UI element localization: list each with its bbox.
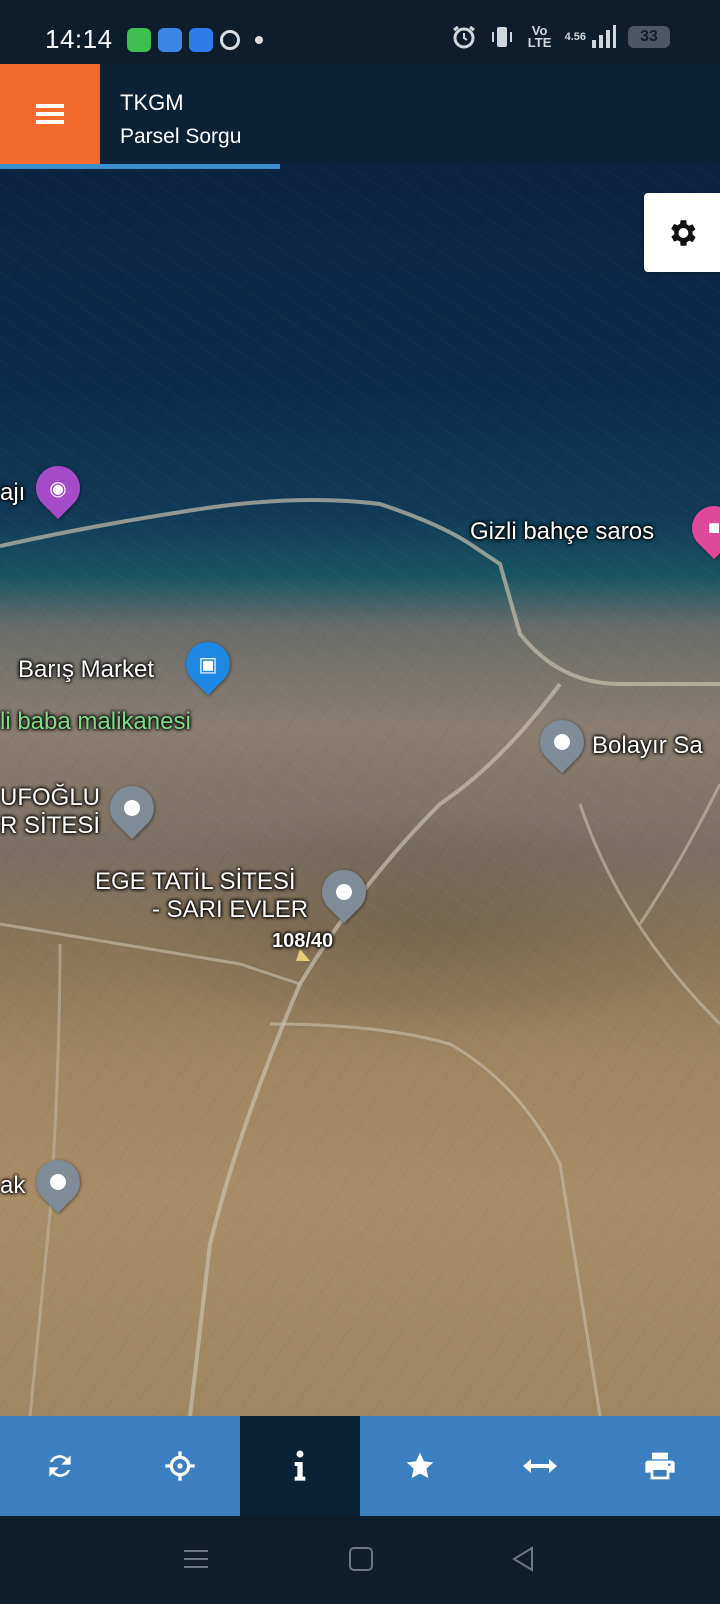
measure-button[interactable] xyxy=(480,1416,600,1516)
map-label-poi-1: ajı xyxy=(0,479,26,506)
favorites-button[interactable] xyxy=(360,1416,480,1516)
system-nav-bar xyxy=(0,1516,720,1604)
app-title: TKGM xyxy=(120,90,184,115)
gear-icon xyxy=(671,219,696,246)
map-label-poi-4: li baba malikanesi xyxy=(0,708,191,735)
map-label-poi-5a: UFOĞLU xyxy=(0,784,101,811)
notification-icons xyxy=(127,28,263,52)
map-label-poi-3: Barış Market xyxy=(18,656,155,683)
menu-button[interactable] xyxy=(0,64,100,164)
system-icons: Vo LTE 4.56 33 xyxy=(451,24,670,50)
app-subtitle: Parsel Sorgu xyxy=(120,125,242,148)
more-dot-icon xyxy=(255,36,263,44)
speed-indicator: 4.56 xyxy=(564,31,586,43)
back-icon[interactable] xyxy=(510,1546,536,1572)
shopping-bag-icon: ▣ xyxy=(198,653,218,676)
status-bar: 14:14 Vo LTE 4.56 33 xyxy=(0,0,720,64)
print-icon xyxy=(645,1452,675,1480)
arrows-horizontal-icon xyxy=(523,1459,557,1473)
map-label-poi-8: ak xyxy=(0,1172,26,1199)
info-icon xyxy=(294,1450,306,1481)
hamburger-icon xyxy=(36,104,64,124)
map-label-poi-2: Gizli bahçe saros xyxy=(470,518,655,545)
alarm-icon xyxy=(452,25,475,49)
loading-progress-bar xyxy=(0,164,280,169)
refresh-icon xyxy=(49,1455,71,1477)
weather-icon xyxy=(158,28,182,52)
info-button[interactable] xyxy=(240,1416,360,1516)
map-label-poi-7: Bolayır Sa xyxy=(592,732,703,759)
chrome-icon xyxy=(220,30,240,50)
locate-button[interactable] xyxy=(120,1416,240,1516)
files-icon xyxy=(189,28,213,52)
print-button[interactable] xyxy=(600,1416,720,1516)
status-time: 14:14 xyxy=(45,24,113,54)
place-dot-icon xyxy=(336,884,352,900)
place-dot-icon xyxy=(554,734,570,750)
camera-icon: ◉ xyxy=(49,477,67,500)
hotel-icon: ■ xyxy=(707,516,720,539)
crosshair-icon xyxy=(165,1451,195,1481)
map-label-poi-6a: EGE TATİL SİTESİ xyxy=(95,868,296,895)
satellite-map[interactable]: ◉ ajı Gizli bahçe saros ■ Barış Market ▣… xyxy=(0,164,720,1416)
road-lines xyxy=(0,498,720,1416)
vibrate-icon xyxy=(491,27,512,47)
place-dot-icon xyxy=(50,1174,66,1190)
settings-button[interactable] xyxy=(644,193,720,272)
bottom-toolbar xyxy=(0,1416,720,1516)
parcel-label: 108/40 xyxy=(272,930,334,952)
recents-icon[interactable] xyxy=(183,1546,209,1572)
app-bar: TKGM Parsel Sorgu xyxy=(0,64,720,164)
signal-icon xyxy=(592,25,616,48)
battery-icon: 33 xyxy=(628,26,670,48)
volte-icon: Vo LTE xyxy=(527,23,552,50)
home-icon[interactable] xyxy=(348,1546,374,1572)
place-dot-icon xyxy=(124,800,140,816)
messages-icon xyxy=(127,28,151,52)
map-label-poi-5b: R SİTESİ xyxy=(0,812,101,839)
map-label-poi-6b: - SARI EVLER xyxy=(152,896,309,923)
star-icon xyxy=(406,1452,434,1479)
refresh-button[interactable] xyxy=(0,1416,120,1516)
